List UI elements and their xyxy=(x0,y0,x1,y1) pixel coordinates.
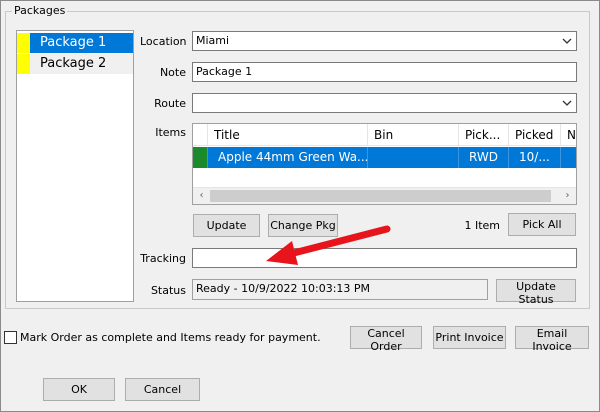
location-dropdown[interactable]: Miami xyxy=(192,31,577,51)
row-status-marker xyxy=(193,147,207,168)
chevron-down-icon xyxy=(562,100,572,106)
mark-complete-label: Mark Order as complete and Items ready f… xyxy=(20,331,321,344)
package-label: Package 2 xyxy=(30,54,133,74)
annotation-arrow-icon xyxy=(266,225,391,265)
items-grid-header: Title Bin Pick... Picked No xyxy=(193,124,576,146)
cell-pick: RWD xyxy=(458,147,508,168)
location-value: Miami xyxy=(196,34,230,47)
mark-complete-checkbox[interactable] xyxy=(4,331,17,344)
items-grid[interactable]: Title Bin Pick... Picked No Apple 44mm G… xyxy=(192,123,577,205)
email-invoice-button[interactable]: Email Invoice xyxy=(515,326,589,353)
column-header-pick[interactable]: Pick... xyxy=(458,124,508,146)
cell-title: Apple 44mm Green Wa... xyxy=(207,147,367,168)
tracking-label: Tracking xyxy=(140,252,186,265)
cell-picked: 10/... xyxy=(508,147,560,168)
column-header-no[interactable]: No xyxy=(560,124,576,146)
package-label: Package 1 xyxy=(30,33,133,53)
print-invoice-button[interactable]: Print Invoice xyxy=(433,326,506,349)
items-label: Items xyxy=(155,126,186,139)
cell-no xyxy=(560,147,576,168)
items-count: 1 Item xyxy=(464,219,500,232)
note-label: Note xyxy=(159,66,186,79)
packages-group-title: Packages xyxy=(12,4,68,17)
status-label: Status xyxy=(150,284,186,297)
column-header-picked[interactable]: Picked xyxy=(508,124,560,146)
package-color-swatch xyxy=(17,54,30,74)
chevron-left-icon[interactable]: ‹ xyxy=(193,188,210,204)
items-grid-hscrollbar[interactable]: ‹ › xyxy=(193,187,576,204)
package-list-item-2[interactable]: Package 2 xyxy=(17,54,133,74)
pick-all-button[interactable]: Pick All xyxy=(508,213,576,236)
ok-button[interactable]: OK xyxy=(43,378,115,401)
update-status-button[interactable]: Update Status xyxy=(496,279,576,306)
cell-bin xyxy=(367,147,458,168)
chevron-down-icon xyxy=(562,38,572,44)
package-color-swatch xyxy=(17,33,30,53)
route-label: Route xyxy=(154,97,186,110)
package-list[interactable]: Package 1 Package 2 xyxy=(16,30,134,302)
note-input[interactable]: Package 1 xyxy=(192,62,577,82)
table-row[interactable]: Apple 44mm Green Wa... RWD 10/... xyxy=(193,147,576,168)
route-dropdown[interactable] xyxy=(192,93,577,113)
chevron-right-icon[interactable]: › xyxy=(559,188,576,204)
cancel-button[interactable]: Cancel xyxy=(125,378,200,401)
column-header-title[interactable]: Title xyxy=(207,124,367,146)
update-button[interactable]: Update xyxy=(193,214,260,237)
status-field: Ready - 10/9/2022 10:03:13 PM xyxy=(192,279,488,300)
column-header-bin[interactable]: Bin xyxy=(367,124,458,146)
cancel-order-button[interactable]: Cancel Order xyxy=(350,326,422,353)
location-label: Location xyxy=(140,35,187,48)
package-list-item-1[interactable]: Package 1 xyxy=(17,33,133,53)
scrollbar-thumb[interactable] xyxy=(210,190,551,202)
